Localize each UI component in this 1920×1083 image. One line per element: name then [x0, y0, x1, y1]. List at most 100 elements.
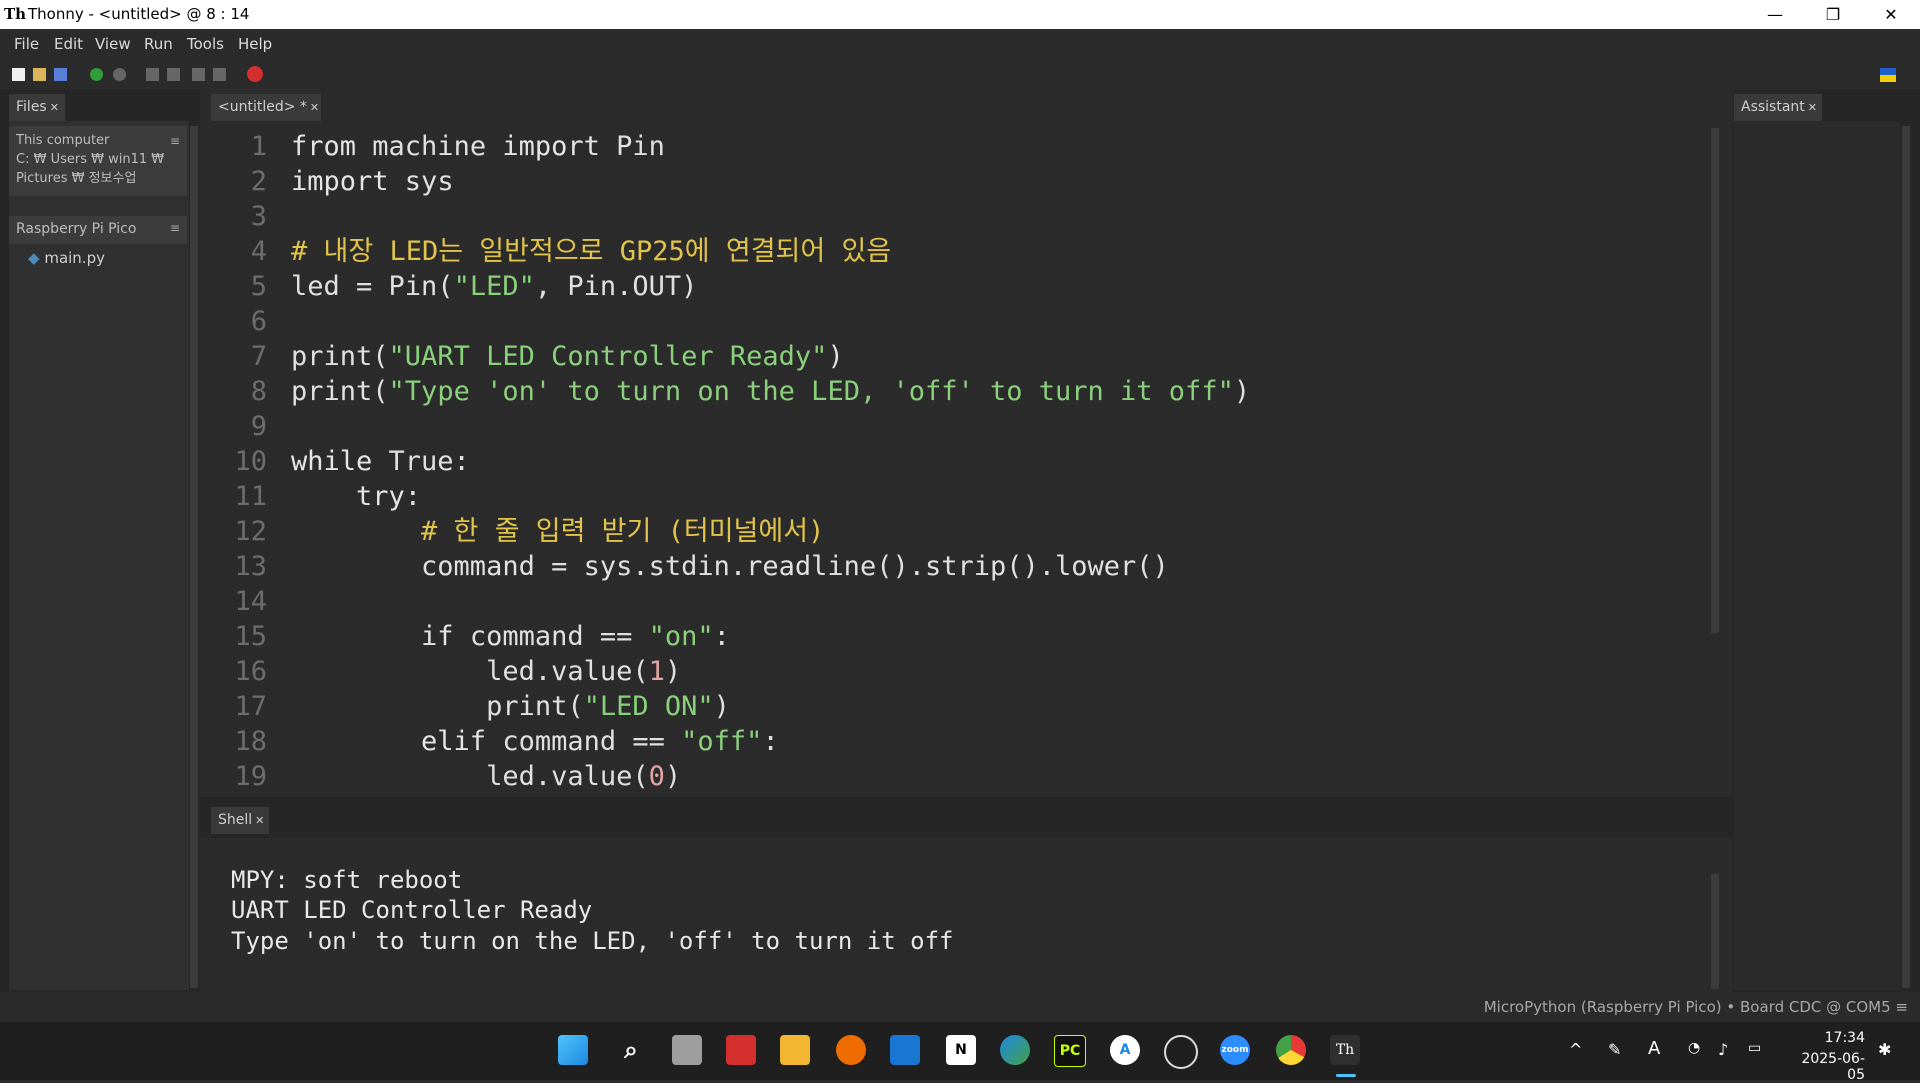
menu-edit[interactable]: Edit	[54, 35, 83, 53]
pycharm-icon[interactable]: PC	[1054, 1035, 1086, 1067]
shell-header-area	[200, 797, 1733, 838]
zoom-icon[interactable]: zoom	[1220, 1035, 1250, 1065]
search-icon[interactable]: ⌕	[616, 1035, 646, 1065]
menu-help[interactable]: Help	[238, 35, 272, 53]
code-editor[interactable]: 1 from machine import Pin 2 import sys 3 4 # 내…	[211, 124, 1723, 797]
clock-time[interactable]: 17:34	[1785, 1030, 1865, 1046]
code-line[interactable]: 9	[211, 409, 1711, 444]
menu-file[interactable]: File	[14, 35, 39, 53]
menu-icon[interactable]: ≡	[170, 134, 180, 148]
interpreter-status[interactable]: MicroPython (Raspberry Pi Pico) • Board …	[1484, 998, 1908, 1016]
code-line[interactable]: 18 elif command == "off":	[211, 724, 1711, 759]
code-line[interactable]: 12 # 한 줄 입력 받기 (터미널에서)	[211, 514, 1711, 549]
code-line[interactable]: 10 while True:	[211, 444, 1711, 479]
code-token: print(	[291, 341, 389, 372]
close-icon[interactable]: ✕	[255, 814, 264, 827]
shell-scrollbar[interactable]	[1711, 874, 1719, 989]
notification-icon[interactable]: ✱	[1878, 1040, 1891, 1059]
acrobat-icon[interactable]	[726, 1035, 756, 1065]
run-icon[interactable]	[90, 68, 103, 81]
code-line[interactable]: 8 print("Type 'on' to turn on the LED, 'o…	[211, 374, 1711, 409]
close-icon[interactable]: ✕	[1808, 101, 1817, 114]
new-file-icon[interactable]	[12, 68, 25, 81]
step-out-icon[interactable]	[192, 68, 205, 81]
vscode-icon[interactable]	[890, 1035, 920, 1065]
edge-icon[interactable]	[1000, 1035, 1030, 1065]
battery-icon[interactable]: ▭	[1748, 1040, 1761, 1056]
close-icon[interactable]: ✕	[310, 101, 319, 114]
obs-icon[interactable]	[1164, 1035, 1198, 1069]
code-line[interactable]: 16 led.value(1)	[211, 654, 1711, 689]
chevron-up-icon[interactable]: ^	[1569, 1040, 1582, 1059]
code-token: )	[1233, 376, 1251, 407]
code-line[interactable]: 14	[211, 584, 1711, 619]
menu-run[interactable]: Run	[144, 35, 173, 53]
stop-icon[interactable]	[247, 66, 263, 82]
code-token: )	[664, 656, 682, 687]
debug-icon[interactable]	[113, 68, 126, 81]
app-icon[interactable]	[836, 1035, 866, 1065]
file-explorer-icon[interactable]	[780, 1035, 810, 1065]
volume-icon[interactable]: ♪	[1718, 1040, 1728, 1059]
code-line[interactable]: 2 import sys	[211, 164, 1711, 199]
tab-files[interactable]: Files ✕	[9, 94, 65, 121]
windows-start-icon[interactable]	[558, 1035, 588, 1065]
close-button[interactable]: ✕	[1862, 0, 1920, 29]
step-over-icon[interactable]	[146, 68, 159, 81]
code-line[interactable]: 17 print("LED ON")	[211, 689, 1711, 724]
pen-icon[interactable]: ✎	[1608, 1040, 1621, 1059]
tab-shell[interactable]: Shell ✕	[211, 807, 269, 834]
status-bar: MicroPython (Raspberry Pi Pico) • Board …	[0, 992, 1920, 1022]
open-file-icon[interactable]	[33, 68, 46, 81]
tab-assistant[interactable]: Assistant ✕	[1734, 94, 1822, 121]
code-token: )	[713, 691, 730, 722]
chrome-icon[interactable]	[1276, 1035, 1306, 1065]
shell-tab-label: Shell	[218, 812, 253, 828]
wifi-icon[interactable]: ◔	[1688, 1040, 1700, 1056]
menu-icon[interactable]: ≡	[170, 221, 180, 235]
notion-icon[interactable]: N	[946, 1035, 976, 1065]
code-line[interactable]: 1 from machine import Pin	[211, 129, 1711, 164]
code-token: :	[762, 726, 779, 757]
code-line[interactable]: 3	[211, 199, 1711, 234]
ime-indicator[interactable]: A	[1648, 1038, 1660, 1059]
menu-view[interactable]: View	[95, 35, 131, 53]
code-token: command ==	[453, 621, 649, 652]
code-line[interactable]: 15 if command == "on":	[211, 619, 1711, 654]
minimize-button[interactable]: —	[1746, 0, 1804, 29]
thonny-taskbar-icon[interactable]: Th	[1330, 1035, 1360, 1065]
line-number: 10	[234, 446, 267, 477]
code-line[interactable]: 7 print("UART LED Controller Ready")	[211, 339, 1711, 374]
line-number: 14	[234, 586, 267, 617]
maximize-button[interactable]: ❐	[1804, 0, 1862, 29]
save-file-icon[interactable]	[54, 68, 67, 81]
code-token: machine	[356, 131, 503, 162]
ukraine-flag-icon[interactable]	[1880, 68, 1896, 82]
app-store-icon[interactable]: A	[1110, 1035, 1140, 1065]
close-icon[interactable]: ✕	[50, 101, 59, 114]
code-line[interactable]: 11 try:	[211, 479, 1711, 514]
code-token: sys	[388, 166, 454, 197]
tab-untitled[interactable]: <untitled> * ✕	[211, 94, 321, 121]
line-number: 3	[250, 201, 267, 232]
shell-line: MPY: soft reboot	[231, 866, 463, 894]
step-into-icon[interactable]	[167, 68, 180, 81]
assistant-scrollbar[interactable]	[1902, 126, 1910, 988]
code-text: print("Type 'on' to turn on the LED, 'of…	[291, 374, 1250, 409]
code-line[interactable]: 13 command = sys.stdin.readline().strip(…	[211, 549, 1711, 584]
code-line[interactable]: 6	[211, 304, 1711, 339]
code-line[interactable]: 19 led.value(0)	[211, 759, 1711, 794]
code-line[interactable]: 4 # 내장 LED는 일반적으로 GP25에 연결되어 있음	[211, 234, 1711, 269]
resume-icon[interactable]	[213, 68, 226, 81]
clock-date[interactable]: 2025-06-05	[1785, 1051, 1865, 1083]
code-token: , Pin.OUT)	[534, 271, 698, 302]
file-item-main-py[interactable]: ◆ main.py	[28, 249, 105, 267]
menu-tools[interactable]: Tools	[187, 35, 224, 53]
code-line[interactable]: 5 led = Pin("LED", Pin.OUT)	[211, 269, 1711, 304]
editor-scrollbar[interactable]	[1711, 128, 1719, 633]
files-scrollbar[interactable]	[190, 126, 198, 988]
line-number: 19	[234, 761, 267, 792]
shell-output[interactable]: MPY: soft reboot UART LED Controller Rea…	[211, 838, 1723, 992]
code-token: print(	[291, 376, 389, 407]
task-view-icon[interactable]	[672, 1035, 702, 1065]
